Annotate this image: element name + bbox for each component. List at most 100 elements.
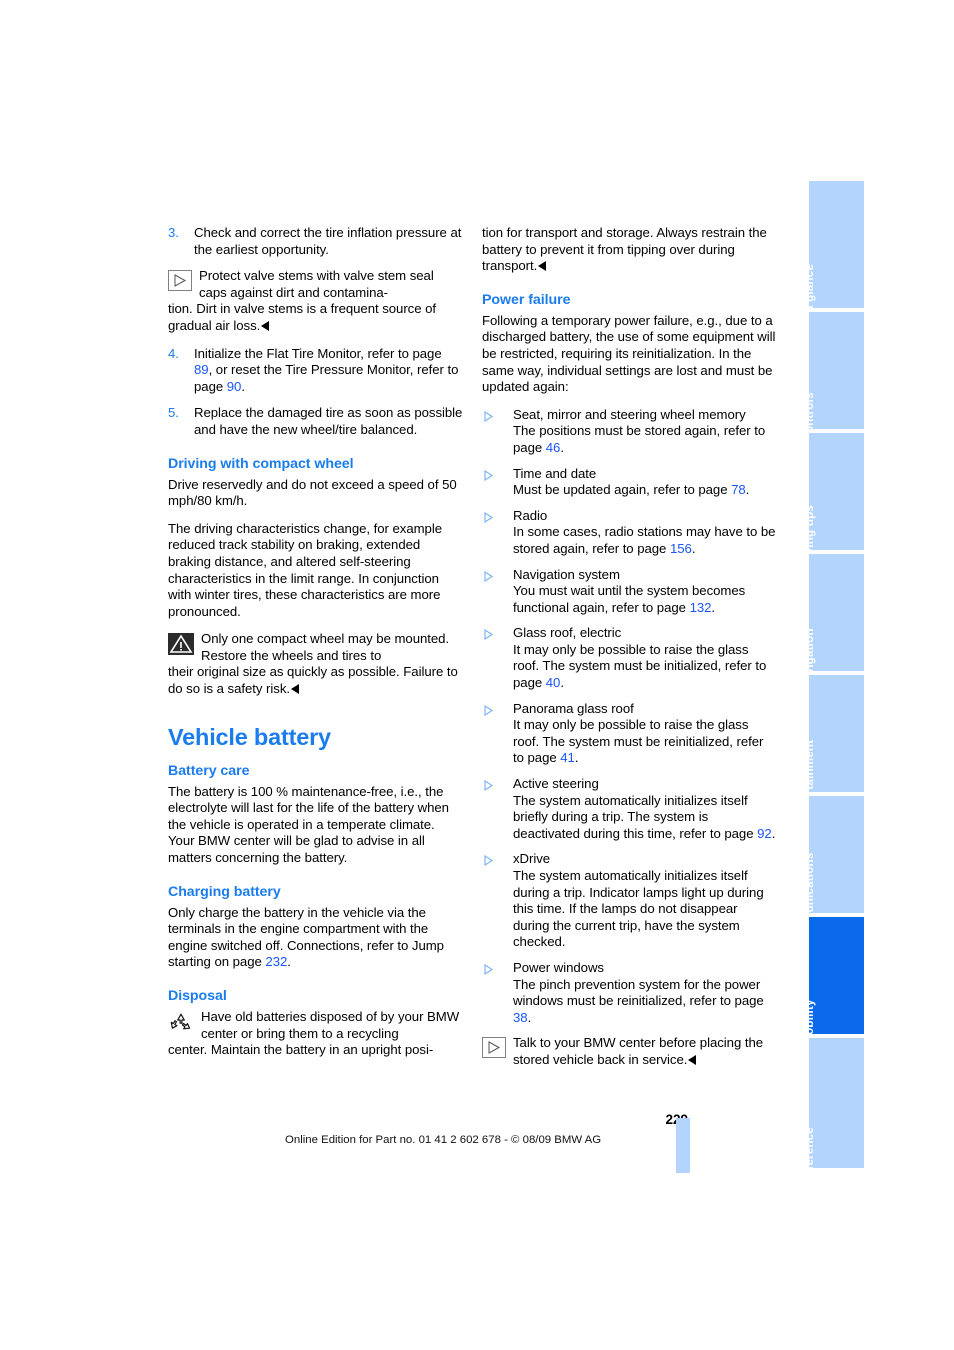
- page-reference[interactable]: 90: [227, 379, 242, 394]
- section-heading-charging-battery: Charging battery: [168, 883, 281, 900]
- note-text: Talk to your BMW center before placing t…: [513, 1035, 764, 1067]
- bullet-body-a: The pinch prevention system for the powe…: [513, 976, 764, 1009]
- bullet-body-a: Must be updated again, refer to page: [513, 482, 732, 498]
- page-reference[interactable]: 41: [560, 750, 575, 765]
- list-item: 4. Initialize the Flat Tire Monitor, ref…: [168, 346, 463, 396]
- sidebar-item-at-a-glance[interactable]: At a glance: [803, 181, 864, 328]
- list-item: Panorama glass roof It may only be possi…: [482, 701, 777, 767]
- end-marker-icon: [290, 684, 299, 695]
- page-reference[interactable]: 46: [546, 440, 561, 455]
- list-item: Glass roof, electric It may only be poss…: [482, 625, 777, 691]
- end-marker-icon: [261, 320, 270, 331]
- note-text-a: Protect valve stems with valve stem seal…: [199, 268, 434, 300]
- recycling-icon: [168, 1011, 194, 1033]
- bullet-triangle-icon: [484, 469, 493, 481]
- bullet-triangle-icon: [484, 704, 493, 716]
- note-disposal: Have old batteries disposed of by your B…: [168, 1009, 463, 1059]
- bullet-triangle-icon: [484, 410, 493, 422]
- step-number: 4.: [168, 345, 179, 361]
- section-heading-disposal: Disposal: [168, 988, 227, 1004]
- bullet-triangle-icon: [484, 963, 493, 975]
- bullet-body-b: .: [745, 482, 750, 498]
- bullet-title: Radio: [513, 507, 548, 523]
- end-marker-icon: [538, 261, 547, 272]
- bullet-body-b: .: [691, 540, 696, 556]
- sidebar-item-navigation[interactable]: Navigation: [803, 554, 864, 690]
- bullet-body-a: The system automatically initializes its…: [513, 792, 758, 841]
- paragraph-text-b: .: [287, 954, 291, 970]
- page-reference[interactable]: 232: [265, 954, 287, 969]
- bullet-body-a: In some cases, radio stations may have t…: [513, 524, 776, 556]
- warning-triangle-icon: [168, 633, 194, 656]
- end-marker-icon: [688, 1054, 697, 1065]
- bullet-title: Navigation system: [513, 566, 620, 582]
- bullet-title: Active steering: [513, 776, 599, 792]
- list-item: Navigation system You must wait until th…: [482, 567, 777, 617]
- paragraph: Following a temporary power failure, e.g…: [482, 312, 776, 395]
- sidebar-item-driving-tips[interactable]: Driving tips: [803, 433, 864, 571]
- sidebar-item-entertainment[interactable]: Entertainment: [803, 675, 864, 820]
- step-number: 5.: [168, 405, 179, 421]
- bullet-body-b: .: [771, 825, 776, 841]
- page-reference[interactable]: 156: [670, 541, 692, 556]
- paragraph-text-a: Only charge the battery in the vehicle v…: [168, 904, 444, 970]
- bullet-body-b: .: [574, 750, 579, 766]
- sidebar-item-controls[interactable]: Controls: [803, 312, 864, 442]
- paragraph: The driving characteristics change, for …: [168, 520, 442, 619]
- list-item: Active steering The system automatically…: [482, 776, 777, 842]
- page-reference[interactable]: 92: [757, 826, 772, 841]
- bullet-title: Panorama glass roof: [513, 700, 634, 716]
- step-text-c: .: [241, 378, 245, 394]
- section-heading-power-failure: Power failure: [482, 291, 571, 308]
- note-text-b: center. Maintain the battery in an uprig…: [168, 1042, 434, 1058]
- sidebar-item-mobility[interactable]: Mobility: [803, 917, 864, 1045]
- list-item: Seat, mirror and steering wheel memory T…: [482, 407, 777, 457]
- note-text-b: tion. Dirt in valve stems is a frequent …: [168, 301, 437, 333]
- sidebar-item-reference[interactable]: Reference: [803, 1038, 864, 1185]
- bullet-body-b: .: [711, 599, 716, 615]
- bullet-title: xDrive: [513, 851, 551, 867]
- bullet-triangle-icon: [484, 855, 493, 867]
- list-item: Radio In some cases, radio stations may …: [482, 508, 777, 558]
- paragraph-text: tion for transport and storage. Always r…: [482, 225, 767, 274]
- list-item: Time and date Must be updated again, ref…: [482, 466, 777, 499]
- page-reference[interactable]: 40: [546, 675, 561, 690]
- sidebar-item-communications[interactable]: Communications: [803, 796, 864, 949]
- tab-label: Reference: [802, 1127, 816, 1185]
- bullet-body-b: .: [560, 675, 564, 691]
- step-number: 3.: [168, 225, 179, 240]
- list-item: xDrive The system automatically initiali…: [482, 851, 777, 951]
- footer-accent-bar: [676, 1118, 690, 1173]
- list-item: Power windows The pinch prevention syste…: [482, 960, 777, 1026]
- bullet-triangle-icon: [484, 511, 493, 523]
- note-service: Talk to your BMW center before placing t…: [482, 1035, 777, 1068]
- page-reference[interactable]: 38: [513, 1010, 528, 1025]
- warning-text-b: their original size as quickly as possib…: [168, 664, 458, 697]
- page-reference[interactable]: 89: [194, 362, 209, 377]
- list-item: 3. Check and correct the tire inflation …: [168, 225, 463, 258]
- page-reference[interactable]: 132: [690, 600, 712, 615]
- section-tab-rail: At a glance Controls Driving tips Naviga…: [803, 181, 864, 1185]
- note-valve-stems: Protect valve stems with valve stem seal…: [168, 268, 463, 334]
- bullet-title: Seat, mirror and steering wheel memory: [513, 406, 746, 422]
- paragraph: The battery is 100 % maintenance-free, i…: [168, 783, 449, 866]
- paragraph: Only charge the battery in the vehicle v…: [168, 905, 463, 971]
- bullet-triangle-icon: [484, 780, 493, 792]
- bullet-body-b: .: [560, 439, 564, 455]
- bullet-title: Power windows: [513, 959, 604, 975]
- step-text-a: Initialize the Flat Tire Monitor, refer …: [194, 345, 442, 361]
- page-reference[interactable]: 78: [731, 482, 746, 497]
- step-text: Check and correct the tire inflation pre…: [194, 225, 462, 257]
- warning-text-a: Only one compact wheel may be mounted. R…: [201, 631, 450, 663]
- bullet-body-a: The system automatically initializes its…: [513, 868, 764, 950]
- bullet-title: Time and date: [513, 465, 597, 481]
- paragraph: Drive reservedly and do not exceed a spe…: [168, 476, 457, 509]
- bullet-body-b: .: [527, 1009, 532, 1025]
- bullet-triangle-icon: [484, 570, 493, 582]
- note-text-a: Have old batteries disposed of by your B…: [201, 1009, 460, 1041]
- left-column: 3. Check and correct the tire inflation …: [168, 225, 463, 1070]
- footer-imprint: Online Edition for Part no. 01 41 2 602 …: [285, 1134, 602, 1146]
- power-failure-list: Seat, mirror and steering wheel memory T…: [482, 407, 777, 1027]
- note-triangle-icon: [168, 270, 192, 292]
- step-text: Replace the damaged tire as soon as poss…: [194, 405, 463, 437]
